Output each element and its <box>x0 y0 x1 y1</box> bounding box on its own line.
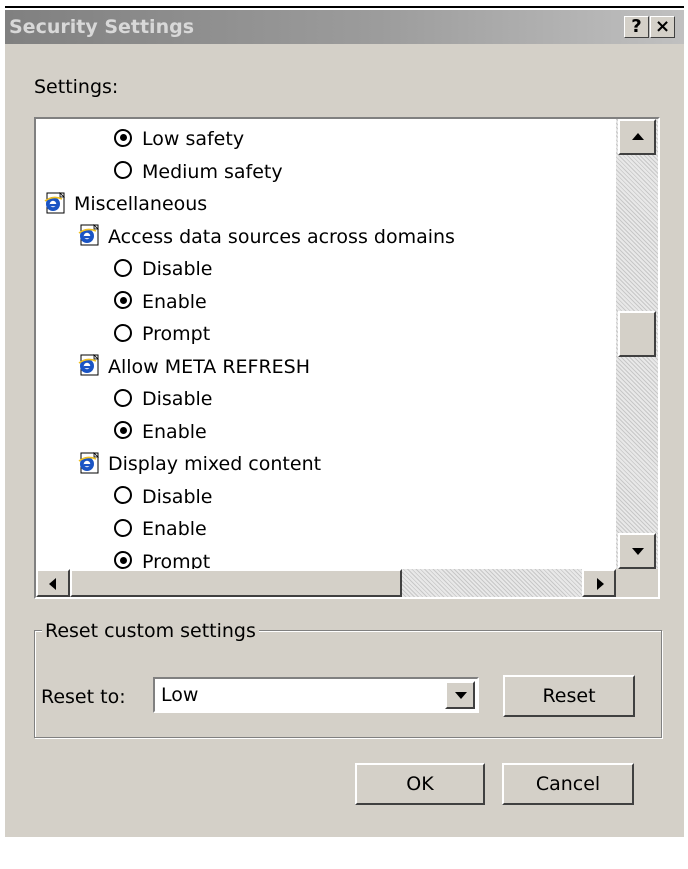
radio-option[interactable]: Low safety <box>114 123 244 155</box>
tree-item-label: Miscellaneous <box>74 193 208 215</box>
dropdown-toggle[interactable] <box>445 681 475 709</box>
tree-item-label: Allow META REFRESH <box>108 355 311 378</box>
radio-selected-icon[interactable] <box>114 128 132 147</box>
tree-item-label: Low safety <box>142 128 245 150</box>
scroll-right-button[interactable] <box>582 569 616 597</box>
radio-selected-icon[interactable] <box>114 421 132 439</box>
radio-option[interactable]: Enable <box>114 286 207 318</box>
screenshot-top-border <box>5 6 684 8</box>
right-arrow-icon <box>597 578 604 590</box>
radio-option[interactable]: Disable <box>114 481 212 513</box>
scroll-left-button[interactable] <box>36 569 70 597</box>
window-title: Security Settings <box>9 16 195 38</box>
settings-label: Settings: <box>34 76 119 98</box>
tree-item-label: Enable <box>142 518 207 540</box>
reset-to-dropdown[interactable]: Low <box>153 677 479 713</box>
security-settings-dialog: Security Settings ? × Settings: Low safe… <box>5 10 684 837</box>
tree-setting: Display mixed content <box>78 448 321 480</box>
tree-item-label: Prompt <box>142 323 211 345</box>
reset-to-value: Low <box>161 684 199 706</box>
vertical-scroll-thumb[interactable] <box>618 311 656 357</box>
tree-item-label: Enable <box>142 420 207 443</box>
horizontal-scrollbar[interactable] <box>36 569 616 597</box>
title-bar[interactable]: Security Settings ? × <box>5 10 684 44</box>
scroll-down-button[interactable] <box>618 533 656 569</box>
ie-settings-icon <box>78 451 100 474</box>
ok-button[interactable]: OK <box>355 763 485 805</box>
radio-option[interactable]: Enable <box>114 416 207 448</box>
tree-setting: Access data sources across domains <box>78 221 455 253</box>
radio-selected-icon[interactable] <box>114 551 132 569</box>
reset-group-label: Reset custom settings <box>42 620 259 642</box>
scrollbar-corner <box>616 569 658 597</box>
radio-unselected-icon[interactable] <box>114 258 132 277</box>
ie-settings-icon <box>78 224 100 246</box>
radio-unselected-icon[interactable] <box>114 323 132 342</box>
tree-item-label: Disable <box>142 485 213 508</box>
horizontal-scroll-thumb[interactable] <box>70 569 402 597</box>
radio-option[interactable]: Prompt <box>114 546 211 570</box>
radio-option[interactable]: Disable <box>114 253 212 285</box>
tree-item-label: Display mixed content <box>108 453 322 475</box>
tree-item-label: Medium safety <box>142 160 283 183</box>
close-button[interactable]: × <box>650 16 675 38</box>
ie-settings-icon <box>78 354 100 376</box>
tree-category: Miscellaneous <box>44 188 207 220</box>
radio-unselected-icon[interactable] <box>114 161 132 179</box>
up-arrow-icon <box>632 133 644 140</box>
chevron-down-icon <box>455 692 467 699</box>
radio-option[interactable]: Disable <box>114 383 212 415</box>
vertical-scrollbar[interactable] <box>616 119 658 569</box>
settings-tree-content: Low safety Medium safety Miscellaneous Acce… <box>36 119 616 569</box>
radio-unselected-icon[interactable] <box>114 388 132 407</box>
radio-unselected-icon[interactable] <box>114 518 132 537</box>
radio-selected-icon[interactable] <box>114 291 132 309</box>
scroll-up-button[interactable] <box>618 119 656 155</box>
down-arrow-icon <box>632 548 644 555</box>
tree-item-label: Disable <box>142 258 213 280</box>
tree-item-label: Access data sources across domains <box>108 225 455 248</box>
cancel-button[interactable]: Cancel <box>502 763 634 805</box>
tree-item-label: Disable <box>142 388 213 410</box>
radio-unselected-icon[interactable] <box>114 486 132 504</box>
reset-to-label: Reset to: <box>41 686 126 708</box>
tree-item-label: Enable <box>142 290 207 313</box>
ie-settings-icon <box>44 191 66 214</box>
radio-option[interactable]: Medium safety <box>114 156 283 188</box>
radio-option[interactable]: Prompt <box>114 318 210 350</box>
settings-tree-list[interactable]: Low safety Medium safety Miscellaneous Acce… <box>34 117 660 599</box>
reset-button[interactable]: Reset <box>503 675 635 717</box>
radio-option[interactable]: Enable <box>114 513 207 545</box>
left-arrow-icon <box>49 578 56 590</box>
help-button[interactable]: ? <box>624 16 649 38</box>
tree-setting: Allow META REFRESH <box>78 351 310 383</box>
tree-item-label: Prompt <box>142 550 211 570</box>
